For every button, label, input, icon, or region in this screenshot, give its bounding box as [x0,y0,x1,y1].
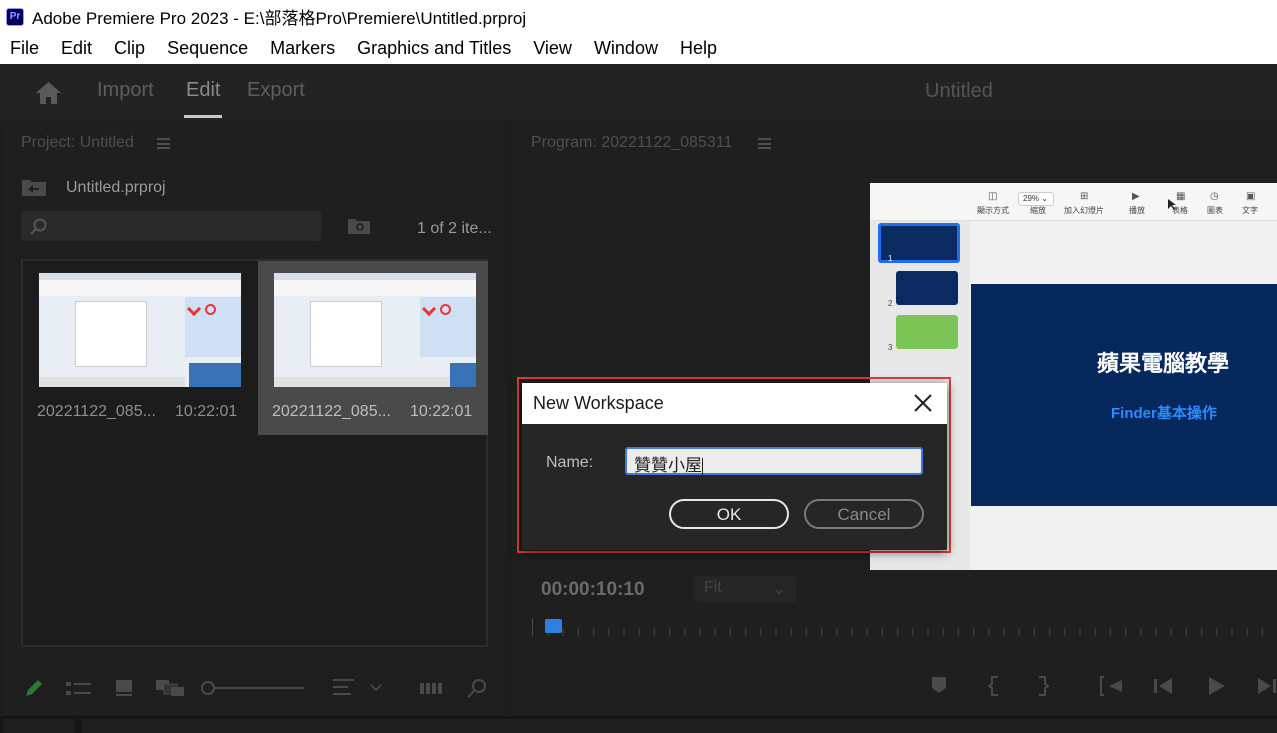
active-tab-indicator [184,115,222,118]
window-title: Adobe Premiere Pro 2023 - E:\部落格Pro\Prem… [32,9,527,28]
menu-markers[interactable]: Markers [270,38,335,59]
zoom-value: 29% [1023,194,1040,203]
play-icon: ▶ [1132,191,1140,202]
menu-clip[interactable]: Clip [114,38,145,59]
tab-import[interactable]: Import [97,79,154,102]
menu-edit[interactable]: Edit [61,38,92,59]
toolbar-label: 加入幻燈片 [1064,206,1104,215]
slide-number: 2 [888,299,893,308]
sort-icons-icon[interactable] [333,677,385,697]
new-search-bin-icon[interactable] [347,217,371,235]
title-bar: Pr Adobe Premiere Pro 2023 - E:\部落格Pro\P… [0,0,1277,33]
workspace-name-value: 贊贊小屋 [634,456,702,476]
project-panel-title[interactable]: Project: Untitled [21,134,134,152]
clip-duration: 10:22:01 [410,403,473,420]
table-icon: ▦ [1176,191,1186,202]
keynote-toolbar: ◫ 顯示方式 29% ⌄ 縮放 ⊞ 加入幻燈片 ▶ 播放 ▦ 表格 ◷ 圖表 ▣… [870,183,1277,221]
zoom-slider[interactable] [200,679,305,697]
menu-file[interactable]: File [10,38,39,59]
chart-icon: ◷ [1210,191,1219,202]
write-protect-pencil-icon[interactable] [23,679,45,699]
toolbar-label: 圖表 [1207,206,1223,215]
slide-title: 蘋果電腦教學 [1097,351,1230,376]
clip-name: 20221122_085... [272,403,391,420]
program-panel-title[interactable]: Program: 20221122_085311 [531,134,732,152]
close-icon[interactable] [911,391,935,415]
project-search-input[interactable] [21,211,321,241]
project-bin: 20221122_085... 10:22:01 20221122_085...… [21,259,488,647]
clip-duration: 10:22:01 [175,403,238,420]
dialog-title: New Workspace [533,393,664,413]
clip-thumbnail [39,273,241,387]
menu-view[interactable]: View [533,38,572,59]
mark-in-icon[interactable] [988,676,1002,696]
add-slide-icon: ⊞ [1080,191,1089,202]
clip-item[interactable]: 20221122_085... 10:22:01 [23,261,253,435]
slide-thumb-2 [896,271,958,305]
mouse-cursor-icon [1168,199,1176,210]
workspace-name-input[interactable]: 贊贊小屋 [625,447,923,476]
zoom-select: 29% ⌄ [1018,192,1054,206]
slide-subtitle: Finder基本操作 [1111,405,1217,422]
project-toolbar [3,669,506,709]
clip-name: 20221122_085... [37,403,156,420]
zoom-level-select[interactable]: Fit ⌄ [694,576,796,602]
toolbar-label: 播放 [1129,206,1145,215]
project-panel-menu-icon[interactable] [157,138,170,149]
automate-to-sequence-icon[interactable] [419,680,444,696]
folder-up-icon[interactable] [21,177,47,197]
go-to-in-icon[interactable] [1100,676,1124,696]
playhead-timecode[interactable]: 00:00:10:10 [541,579,645,601]
find-icon[interactable] [467,678,487,698]
tab-export[interactable]: Export [247,79,305,102]
project-file-name: Untitled.prproj [66,179,166,196]
menu-bar: File Edit Clip Sequence Markers Graphics… [0,33,1277,64]
time-ruler[interactable] [532,616,1277,644]
add-marker-icon[interactable] [931,676,947,694]
home-icon[interactable] [35,81,62,105]
list-view-icon[interactable] [66,681,92,697]
chevron-down-icon: ⌄ [772,581,786,598]
left-tab-stub [3,719,75,733]
toolbar-label: 縮放 [1030,206,1046,215]
document-title: Untitled [925,80,993,102]
menu-graphics-and-titles[interactable]: Graphics and Titles [357,38,511,59]
status-strip [0,716,1277,733]
freeform-view-icon[interactable] [155,679,185,697]
text-cursor [702,457,703,475]
clip-thumbnail [274,273,476,387]
ok-button[interactable]: OK [669,499,789,529]
slide-number: 1 [888,254,893,263]
mark-out-icon[interactable] [1035,676,1049,696]
workspace-nav: Import Edit Export Untitled [0,64,1277,120]
project-panel: Project: Untitled Untitled.prproj 1 of 2… [3,121,506,715]
toolbar-label: 文字 [1242,206,1258,215]
current-slide: 蘋果電腦教學 Finder基本操作 [971,284,1277,506]
icon-view-icon[interactable] [115,679,133,697]
sidebar-view-icon: ◫ [988,191,998,202]
slide-thumb-3 [896,315,958,349]
clip-item-selected[interactable]: 20221122_085... 10:22:01 [258,261,488,435]
menu-help[interactable]: Help [680,38,717,59]
dialog-header: New Workspace [522,383,947,424]
tab-edit[interactable]: Edit [186,79,220,102]
item-count: 1 of 2 ite... [417,220,492,237]
step-back-icon[interactable] [1153,676,1173,696]
step-forward-icon[interactable] [1257,676,1277,696]
play-icon[interactable] [1206,676,1226,696]
new-workspace-dialog: New Workspace Name: 贊贊小屋 OK Cancel [522,383,947,550]
playhead-handle[interactable] [545,619,562,633]
premiere-logo-icon: Pr [6,7,24,26]
zoom-level-value: Fit [704,579,722,596]
search-icon [30,218,47,235]
program-panel-menu-icon[interactable] [758,138,771,149]
right-tab-stub [82,719,1277,733]
name-label: Name: [546,454,594,471]
slide-number: 3 [888,343,893,352]
cancel-button[interactable]: Cancel [804,499,924,529]
toolbar-label: 顯示方式 [977,206,1009,215]
text-icon: ▣ [1246,191,1256,202]
menu-window[interactable]: Window [594,38,658,59]
menu-sequence[interactable]: Sequence [167,38,248,59]
